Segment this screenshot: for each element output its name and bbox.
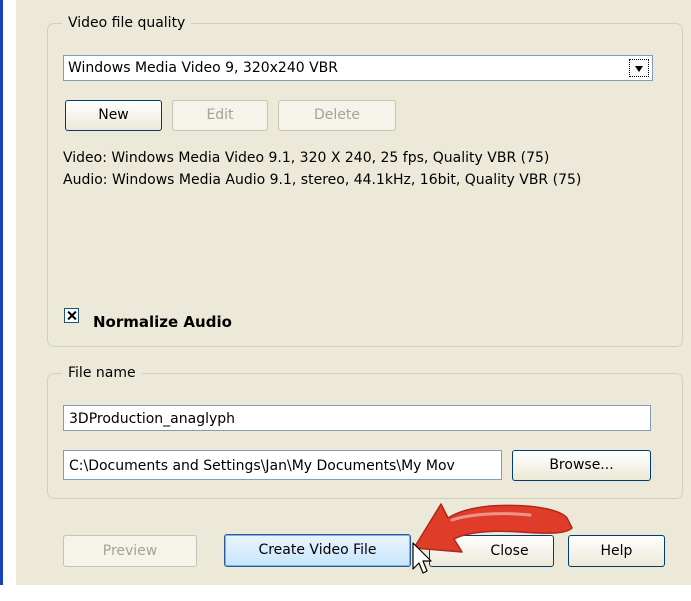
red-curved-arrow — [413, 503, 573, 553]
annotation-overlay — [412, 503, 573, 574]
